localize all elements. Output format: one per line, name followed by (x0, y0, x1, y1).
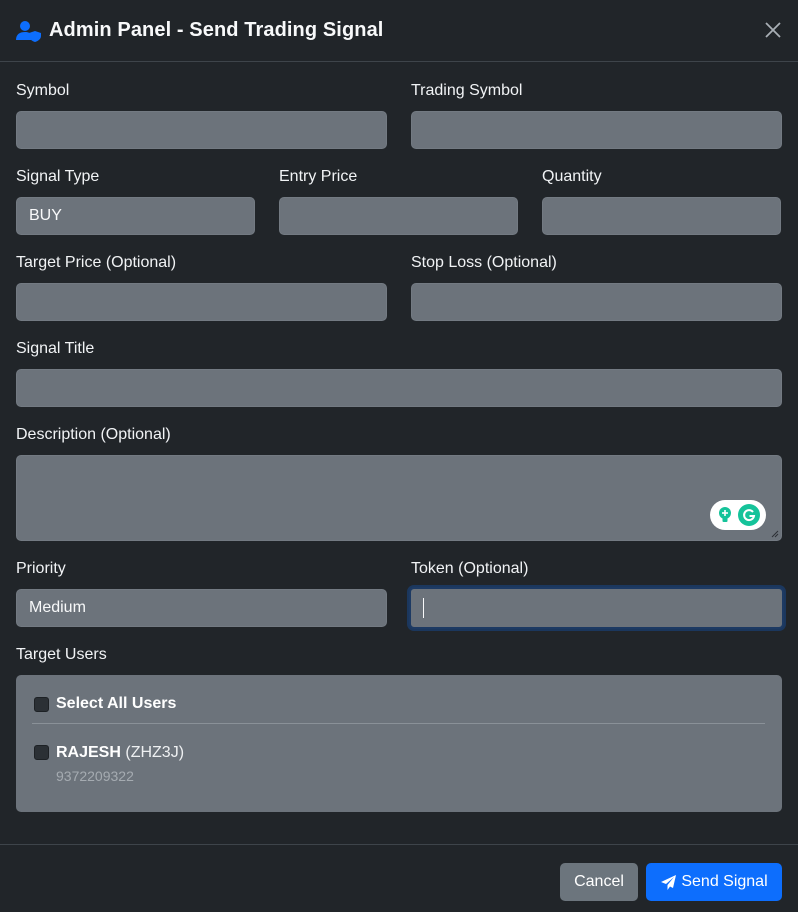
grammarly-widget[interactable] (710, 500, 766, 530)
token-input[interactable] (409, 587, 784, 629)
modal-title: Admin Panel - Send Trading Signal (49, 19, 384, 41)
token-label: Token (Optional) (411, 560, 529, 577)
entry-price-label: Entry Price (279, 168, 358, 185)
entry-price-input[interactable] (279, 197, 518, 235)
quantity-input[interactable] (542, 197, 781, 235)
user-code: (ZHZ3J) (125, 744, 185, 761)
stop-loss-label: Stop Loss (Optional) (411, 254, 557, 271)
modal-footer: Cancel Send Signal (0, 844, 798, 912)
select-all-checkbox[interactable] (34, 697, 49, 712)
user-name-text: RAJESH (56, 744, 121, 761)
signal-type-label: Signal Type (16, 168, 100, 185)
target-users-label: Target Users (16, 646, 107, 663)
user-phone: 9372209322 (56, 768, 134, 784)
resize-grip-icon[interactable] (771, 530, 779, 538)
target-price-input[interactable] (16, 283, 387, 321)
cancel-button[interactable]: Cancel (560, 863, 638, 901)
signal-title-label: Signal Title (16, 340, 95, 357)
paper-plane-icon (661, 874, 677, 890)
send-signal-label: Send Signal (681, 873, 768, 890)
target-price-label: Target Price (Optional) (16, 254, 177, 271)
user-checkbox[interactable] (34, 745, 49, 760)
lightbulb-icon[interactable] (716, 506, 734, 524)
select-all-label[interactable]: Select All Users (56, 695, 176, 713)
grammarly-logo-icon[interactable] (738, 504, 760, 526)
user-name[interactable]: RAJESH (ZHZ3J) (56, 744, 184, 762)
close-icon[interactable] (764, 21, 782, 39)
target-users-list: Select All Users RAJESH (ZHZ3J) 93722093… (16, 675, 782, 812)
divider (32, 723, 765, 724)
trading-symbol-input[interactable] (411, 111, 782, 149)
symbol-input[interactable] (16, 111, 387, 149)
signal-type-select[interactable]: BUY (16, 197, 255, 235)
signal-title-input[interactable] (16, 369, 782, 407)
quantity-label: Quantity (542, 168, 602, 185)
user-shield-icon (16, 20, 41, 42)
priority-label: Priority (16, 560, 66, 577)
trading-symbol-label: Trading Symbol (411, 82, 523, 99)
text-caret (423, 598, 424, 618)
description-label: Description (Optional) (16, 426, 171, 443)
modal-header: Admin Panel - Send Trading Signal (0, 0, 798, 62)
send-signal-button[interactable]: Send Signal (646, 863, 782, 901)
description-textarea[interactable] (16, 455, 782, 541)
symbol-label: Symbol (16, 82, 70, 99)
priority-select[interactable]: Medium (16, 589, 387, 627)
stop-loss-input[interactable] (411, 283, 782, 321)
